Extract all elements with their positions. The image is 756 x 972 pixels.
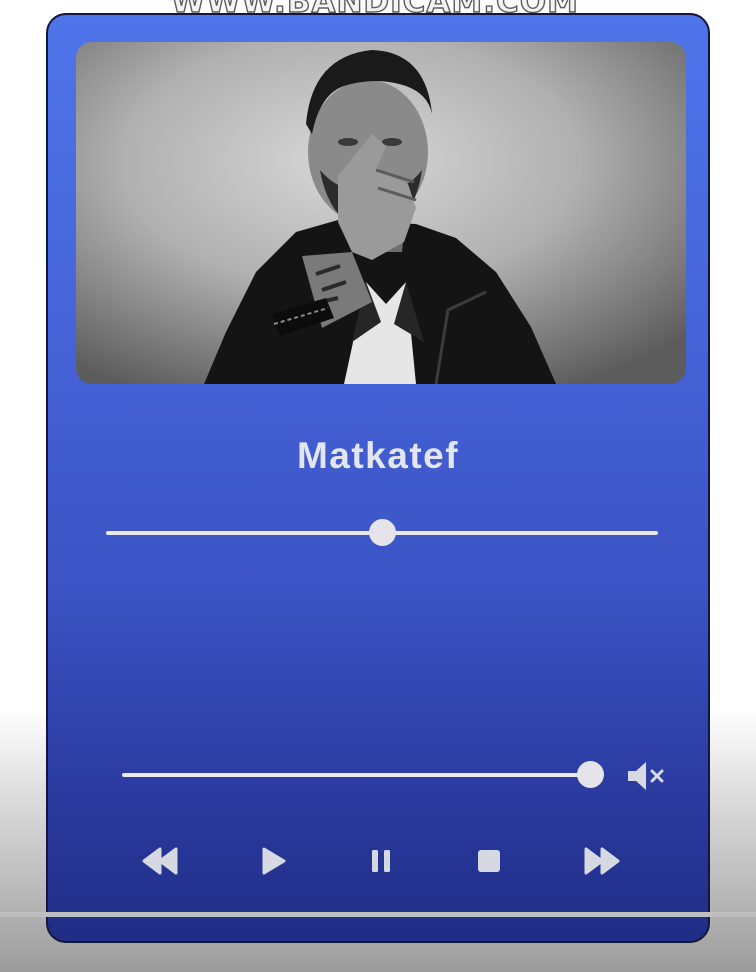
volume-slider[interactable] [122, 761, 604, 788]
seek-slider[interactable] [106, 519, 658, 546]
play-button[interactable] [248, 841, 298, 881]
play-icon [248, 841, 298, 881]
music-player-card: Matkatef [46, 13, 710, 943]
divider-line [0, 912, 756, 917]
rewind-icon [136, 841, 186, 881]
stop-button[interactable] [464, 841, 514, 881]
mute-button[interactable] [624, 759, 668, 793]
pause-icon [356, 841, 406, 881]
song-title: Matkatef [296, 435, 460, 476]
rewind-button[interactable] [136, 841, 186, 881]
seek-slider-thumb[interactable] [368, 519, 396, 546]
stop-icon [464, 841, 514, 881]
volume-slider-thumb[interactable] [576, 761, 604, 788]
pause-button[interactable] [356, 841, 406, 881]
volume-mute-icon [624, 759, 668, 793]
fast-forward-icon [576, 841, 626, 881]
album-cover-image [76, 42, 686, 384]
fast-forward-button[interactable] [576, 841, 626, 881]
